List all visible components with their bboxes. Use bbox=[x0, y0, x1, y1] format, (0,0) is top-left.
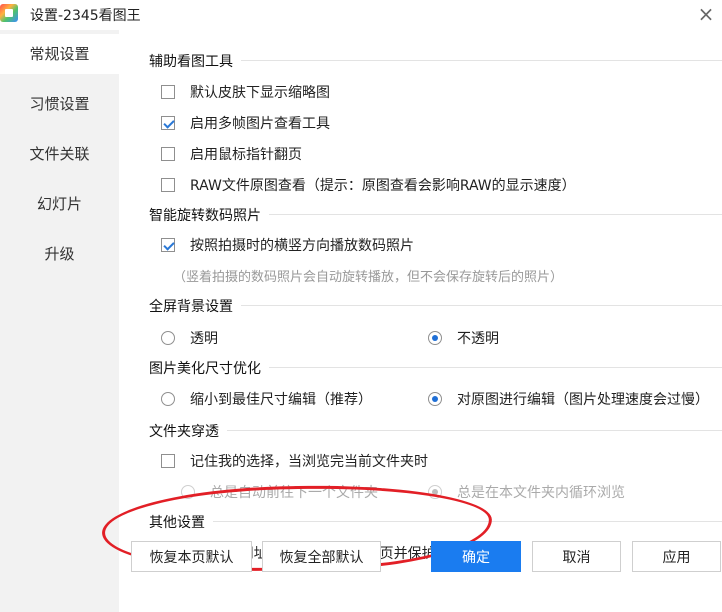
option-remember-choice[interactable]: 记住我的选择，当浏览完当前文件夹时 bbox=[161, 451, 428, 471]
option-show-thumbnails[interactable]: 默认皮肤下显示缩略图 bbox=[161, 82, 330, 102]
radio[interactable] bbox=[181, 485, 195, 499]
option-auto-rotate[interactable]: 按照拍摄时的横竖方向播放数码照片 bbox=[161, 235, 414, 255]
checkbox[interactable] bbox=[161, 147, 175, 161]
section-title-fullscreen-bg: 全屏背景设置 bbox=[149, 296, 722, 316]
section-title-rotate: 智能旋转数码照片 bbox=[149, 205, 722, 225]
radio[interactable] bbox=[161, 392, 175, 406]
option-multiframe-tool[interactable]: 启用多帧图片查看工具 bbox=[161, 113, 330, 133]
option-label: 按照拍摄时的横竖方向播放数码照片 bbox=[190, 238, 414, 254]
section-title-viewer-tools: 辅助看图工具 bbox=[149, 51, 722, 71]
option-raw-original[interactable]: RAW文件原图查看（提示：原图查看会影响RAW的显示速度） bbox=[161, 175, 576, 195]
option-label: 启用多帧图片查看工具 bbox=[190, 116, 330, 132]
option-label: 透明 bbox=[190, 331, 218, 347]
rotate-hint: （竖着拍摄的数码照片会自动旋转播放，但不会保存旋转后的照片） bbox=[173, 270, 564, 285]
restore-page-defaults-button[interactable]: 恢复本页默认 bbox=[131, 541, 252, 572]
option-label: 启用鼠标指针翻页 bbox=[190, 147, 302, 163]
apply-button[interactable]: 应用 bbox=[632, 541, 721, 572]
radio-checked[interactable] bbox=[428, 485, 442, 499]
checkbox[interactable] bbox=[161, 178, 175, 192]
checkbox[interactable] bbox=[161, 85, 175, 99]
section-title-beautify: 图片美化尺寸优化 bbox=[149, 358, 722, 378]
ok-button[interactable]: 确定 bbox=[431, 541, 521, 572]
window-title: 设置-2345看图王 bbox=[30, 8, 141, 24]
radio-next-folder[interactable]: 总是自动前往下一个文件夹 bbox=[181, 482, 378, 502]
radio-checked[interactable] bbox=[428, 392, 442, 406]
cancel-button[interactable]: 取消 bbox=[532, 541, 621, 572]
option-label: 默认皮肤下显示缩略图 bbox=[190, 85, 330, 101]
checkbox-checked[interactable] bbox=[161, 116, 175, 130]
radio-shrink-edit[interactable]: 缩小到最佳尺寸编辑（推荐） bbox=[161, 389, 372, 409]
radio-opaque[interactable]: 不透明 bbox=[428, 328, 499, 348]
section-title-other: 其他设置 bbox=[149, 512, 722, 532]
settings-panel: 辅助看图工具 默认皮肤下显示缩略图 启用多帧图片查看工具 启用鼠标指针翻页 RA… bbox=[119, 30, 722, 612]
radio-loop-folder[interactable]: 总是在本文件夹内循环浏览 bbox=[428, 482, 625, 502]
radio-original-edit[interactable]: 对原图进行编辑（图片处理速度会过慢） bbox=[428, 389, 709, 409]
restore-all-defaults-button[interactable]: 恢复全部默认 bbox=[262, 541, 381, 572]
sidebar-item-habits[interactable]: 习惯设置 bbox=[0, 84, 119, 124]
option-label: 不透明 bbox=[457, 331, 499, 347]
sidebar: 常规设置 习惯设置 文件关联 幻灯片 升级 bbox=[0, 30, 119, 612]
section-title-folder: 文件夹穿透 bbox=[149, 421, 722, 441]
checkbox-checked[interactable] bbox=[161, 238, 175, 252]
option-label: 总是在本文件夹内循环浏览 bbox=[457, 485, 625, 501]
option-mouse-page-turn[interactable]: 启用鼠标指针翻页 bbox=[161, 144, 302, 164]
radio-transparent[interactable]: 透明 bbox=[161, 328, 218, 348]
option-label: RAW文件原图查看（提示：原图查看会影响RAW的显示速度） bbox=[190, 178, 576, 194]
option-label: 对原图进行编辑（图片处理速度会过慢） bbox=[457, 392, 709, 408]
close-icon[interactable]: × bbox=[694, 2, 718, 26]
app-logo-icon bbox=[0, 4, 18, 22]
checkbox[interactable] bbox=[161, 454, 175, 468]
option-label: 记住我的选择，当浏览完当前文件夹时 bbox=[190, 454, 428, 470]
radio[interactable] bbox=[161, 331, 175, 345]
sidebar-item-general[interactable]: 常规设置 bbox=[0, 34, 119, 74]
option-label: 总是自动前往下一个文件夹 bbox=[210, 485, 378, 501]
radio-checked[interactable] bbox=[428, 331, 442, 345]
title-bar: 设置-2345看图王 × bbox=[0, 0, 722, 30]
option-label: 缩小到最佳尺寸编辑（推荐） bbox=[190, 392, 372, 408]
sidebar-item-slideshow[interactable]: 幻灯片 bbox=[0, 184, 119, 224]
sidebar-item-upgrade[interactable]: 升级 bbox=[0, 234, 119, 274]
sidebar-item-file-association[interactable]: 文件关联 bbox=[0, 134, 119, 174]
